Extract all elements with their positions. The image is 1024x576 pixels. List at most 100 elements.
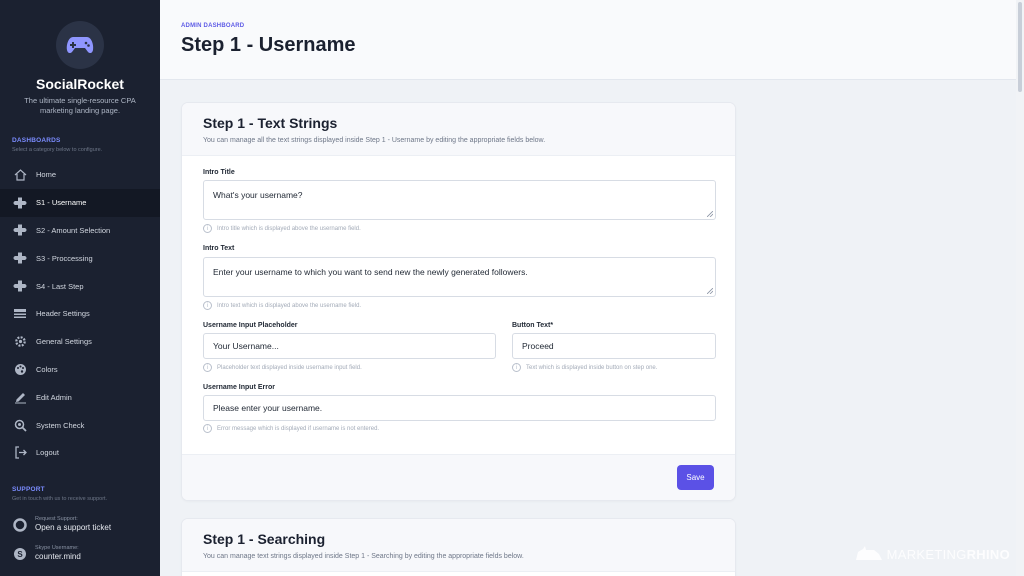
sidebar-item-system-check[interactable]: System Check <box>0 411 160 439</box>
info-icon: i <box>512 363 521 372</box>
page-header: ADMIN DASHBOARD Step 1 - Username <box>160 0 1024 80</box>
username-error-value: Please enter your username. <box>213 403 323 413</box>
dashboards-section-subtitle: Select a category below to configure. <box>12 147 103 153</box>
info-icon: i <box>203 301 212 310</box>
app-logo[interactable] <box>56 21 104 69</box>
button-text-input[interactable]: Proceed <box>512 333 716 359</box>
watermark-text-light: MARKETING <box>886 546 967 562</box>
save-button[interactable]: Save <box>677 465 714 490</box>
username-placeholder-label: Username Input Placeholder <box>203 322 298 329</box>
card-header: Step 1 - Searching You can manage text s… <box>182 519 735 572</box>
brand-name: SocialRocket <box>36 76 124 92</box>
help-text: Intro text which is displayed above the … <box>217 302 362 309</box>
sidebar-item-label: Edit Admin <box>36 392 72 402</box>
gamepad-icon <box>13 223 27 237</box>
skype-caption: Skype Username: <box>35 545 79 551</box>
info-icon: i <box>203 224 212 233</box>
logout-icon <box>13 446 27 460</box>
lifebuoy-icon <box>13 517 27 532</box>
intro-title-help: i Intro title which is displayed above t… <box>203 224 361 233</box>
username-placeholder-value: Your Username... <box>213 341 279 351</box>
sidebar: SocialRocket The ultimate single-resourc… <box>0 0 160 576</box>
support-section-title: SUPPORT <box>12 486 45 493</box>
marketingrhino-watermark: MARKETING RHINO <box>854 546 1010 562</box>
sidebar-item-label: Home <box>36 170 57 180</box>
card-subtitle: You can manage all the text strings disp… <box>203 137 546 144</box>
sidebar-item-s1-username[interactable]: S1 - Username <box>0 188 160 217</box>
pencil-icon <box>13 390 27 404</box>
intro-text-help: i Intro text which is displayed above th… <box>203 301 361 310</box>
page-title: Step 1 - Username <box>181 34 356 56</box>
sidebar-item-home[interactable]: Home <box>0 161 160 189</box>
sidebar-item-label: Header Settings <box>36 309 90 319</box>
sidebar-item-label: S1 - Username <box>36 198 87 208</box>
help-text: Text which is displayed inside button on… <box>526 364 658 371</box>
intro-text-label: Intro Text <box>203 245 235 252</box>
home-icon <box>13 168 27 182</box>
card-subtitle: You can manage text strings displayed in… <box>203 553 524 560</box>
sidebar-item-general-settings[interactable]: General Settings <box>0 328 160 356</box>
card-header: Step 1 - Text Strings You can manage all… <box>182 103 735 156</box>
card-title: Step 1 - Text Strings <box>203 115 338 131</box>
sidebar-nav: Home S1 - Username S2 - Amount Selection… <box>0 161 160 467</box>
support-ticket-caption: Request Support: <box>35 516 78 522</box>
svg-text:S: S <box>17 550 23 559</box>
scrollbar-thumb[interactable] <box>1018 2 1022 92</box>
sidebar-item-edit-admin[interactable]: Edit Admin <box>0 383 160 411</box>
skype-icon: S <box>13 547 27 561</box>
gamepad-icon <box>13 251 27 265</box>
sidebar-item-header-settings[interactable]: Header Settings <box>0 300 160 328</box>
sidebar-item-label: Colors <box>36 364 58 374</box>
sidebar-item-s3-proccessing[interactable]: S3 - Proccessing <box>0 244 160 272</box>
resize-grip-icon[interactable] <box>707 211 713 217</box>
gamepad-icon <box>13 279 27 293</box>
card-title: Step 1 - Searching <box>203 531 326 547</box>
button-text-help: i Text which is displayed inside button … <box>512 363 657 372</box>
info-icon: i <box>203 363 212 372</box>
sidebar-item-logout[interactable]: Logout <box>0 439 160 467</box>
brand-tagline: The ultimate single-resource CPA marketi… <box>24 96 136 115</box>
searching-card: Step 1 - Searching You can manage text s… <box>181 518 736 576</box>
sidebar-item-label: System Check <box>36 420 85 430</box>
breadcrumb[interactable]: ADMIN DASHBOARD <box>181 23 244 29</box>
intro-title-value: What's your username? <box>213 190 303 200</box>
sidebar-item-label: S4 - Last Step <box>36 281 84 291</box>
username-error-help: i Error message which is displayed if us… <box>203 424 379 433</box>
username-error-label: Username Input Error <box>203 384 275 391</box>
support-ticket-link[interactable]: Request Support: Open a support ticket <box>13 516 111 533</box>
gamepad-icon <box>13 196 27 210</box>
username-error-input[interactable]: Please enter your username. <box>203 395 716 421</box>
sidebar-item-label: S2 - Amount Selection <box>36 225 111 235</box>
username-placeholder-input[interactable]: Your Username... <box>203 333 496 359</box>
intro-title-label: Intro Title <box>203 169 235 176</box>
watermark-text-bold: RHINO <box>966 546 1010 562</box>
resize-grip-icon[interactable] <box>707 288 713 294</box>
sidebar-item-s4-last-step[interactable]: S4 - Last Step <box>0 272 160 300</box>
sidebar-item-label: Logout <box>36 448 59 458</box>
intro-title-textarea[interactable]: What's your username? <box>203 180 716 220</box>
dashboards-section-title: DASHBOARDS <box>12 137 61 144</box>
sidebar-item-label: S3 - Proccessing <box>36 253 93 263</box>
intro-text-value: Enter your username to which you want to… <box>213 267 528 277</box>
rhino-logo-icon <box>855 546 882 560</box>
help-text: Intro title which is displayed above the… <box>217 225 361 232</box>
palette-icon <box>13 362 27 376</box>
username-placeholder-help: i Placeholder text displayed inside user… <box>203 363 362 372</box>
sidebar-item-colors[interactable]: Colors <box>0 356 160 384</box>
gamepad-logo-icon <box>66 37 94 54</box>
sidebar-item-s2-amount-selection[interactable]: S2 - Amount Selection <box>0 217 160 245</box>
support-ticket-label: Open a support ticket <box>35 523 112 532</box>
support-section-subtitle: Get in touch with us to receive support. <box>12 496 108 502</box>
sidebar-item-label: General Settings <box>36 337 92 347</box>
header-icon <box>13 307 27 321</box>
skype-contact[interactable]: S Skype Username: counter.mind <box>13 545 81 562</box>
intro-text-textarea[interactable]: Enter your username to which you want to… <box>203 257 716 297</box>
card-footer: Save <box>182 454 735 500</box>
help-text: Placeholder text displayed inside userna… <box>217 364 362 371</box>
text-strings-card: Step 1 - Text Strings You can manage all… <box>181 102 736 501</box>
info-icon: i <box>203 424 212 433</box>
gear-icon <box>13 335 27 349</box>
skype-username: counter.mind <box>35 552 81 561</box>
button-text-value: Proceed <box>522 341 554 351</box>
button-text-label: Button Text* <box>512 322 554 329</box>
